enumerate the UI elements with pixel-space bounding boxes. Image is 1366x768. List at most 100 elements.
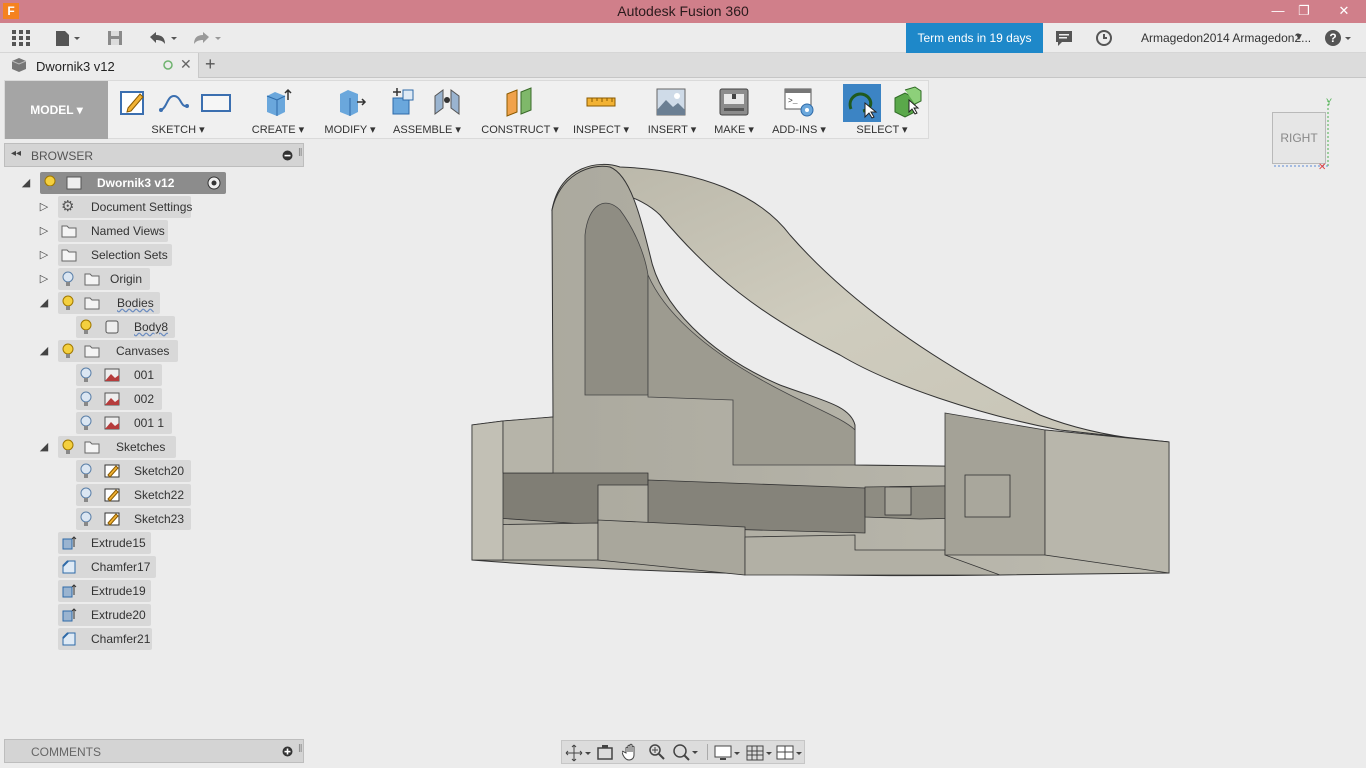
fit-icon[interactable]: [672, 743, 700, 761]
tree-canvases[interactable]: ◢ Canvases: [38, 340, 188, 362]
insert-canvas-icon[interactable]: [655, 86, 687, 118]
user-dropdown-icon[interactable]: ▼: [1293, 29, 1305, 47]
chamfer17-node[interactable]: Chamfer17: [58, 556, 156, 578]
visibility-bulb-off-icon[interactable]: [60, 271, 76, 287]
minimize-button[interactable]: —: [1264, 2, 1292, 20]
tree-document-settings[interactable]: ▷ ⚙ Document Settings: [38, 196, 198, 218]
zoom-icon[interactable]: [648, 743, 666, 761]
tree-sketches[interactable]: ◢ Sketches: [38, 436, 188, 458]
extrude20-node[interactable]: Extrude20: [58, 604, 151, 626]
look-at-icon[interactable]: [596, 744, 614, 762]
sketch23-node[interactable]: Sketch23: [76, 508, 191, 530]
tree-selection-sets[interactable]: ▷ Selection Sets: [38, 244, 178, 266]
restore-button[interactable]: ❐: [1290, 2, 1318, 20]
feature-extrude15[interactable]: Extrude15: [58, 532, 158, 554]
tree-canvas-001-1[interactable]: 001 1: [76, 412, 176, 434]
canvas-001-1-node[interactable]: 001 1: [76, 412, 172, 434]
tree-origin[interactable]: ▷ Origin: [38, 268, 158, 290]
tree-sketch22[interactable]: Sketch22: [76, 484, 196, 506]
canvas-002-node[interactable]: 002: [76, 388, 162, 410]
visibility-bulb-off-icon[interactable]: [78, 511, 94, 527]
selection-sets-node[interactable]: Selection Sets: [58, 244, 172, 266]
user-account-menu[interactable]: Armagedon2014 Armagedon2...: [1141, 31, 1311, 45]
3d-print-icon[interactable]: [718, 86, 750, 118]
close-button[interactable]: ✕: [1326, 2, 1362, 20]
add-ins-menu[interactable]: ADD-INS ▾: [767, 123, 831, 136]
scripts-addins-icon[interactable]: >_: [783, 86, 815, 118]
create-menu[interactable]: CREATE ▾: [243, 123, 313, 136]
display-settings-icon[interactable]: [714, 744, 742, 762]
sketches-node[interactable]: Sketches: [58, 436, 176, 458]
select-menu[interactable]: SELECT ▾: [835, 123, 929, 136]
file-menu-icon[interactable]: [54, 29, 82, 47]
feature-chamfer17[interactable]: Chamfer17: [58, 556, 158, 578]
tree-canvas-001[interactable]: 001: [76, 364, 176, 386]
browser-minimize-icon[interactable]: [282, 150, 293, 161]
document-settings-node[interactable]: ⚙ Document Settings: [58, 196, 192, 218]
visibility-bulb-off-icon[interactable]: [78, 487, 94, 503]
panel-grip-icon[interactable]: ‖: [298, 743, 303, 755]
3d-viewport-model[interactable]: [460, 155, 1180, 585]
extrude15-node[interactable]: Extrude15: [58, 532, 151, 554]
selection-filter-icon[interactable]: [891, 86, 923, 118]
activate-component-icon[interactable]: [207, 176, 221, 190]
collapse-arrow-icon[interactable]: ◢: [38, 441, 50, 453]
notifications-icon[interactable]: [1054, 29, 1074, 47]
expand-arrow-icon[interactable]: ▷: [38, 249, 50, 261]
tree-root[interactable]: ◢ Dwornik3 v12: [20, 172, 226, 194]
root-component[interactable]: Dwornik3 v12: [40, 172, 226, 194]
feature-extrude20[interactable]: Extrude20: [58, 604, 158, 626]
comments-panel-header[interactable]: COMMENTS ‖: [4, 739, 304, 763]
app-grid-icon[interactable]: [10, 29, 32, 47]
extrude19-node[interactable]: Extrude19: [58, 580, 151, 602]
visibility-bulb-icon[interactable]: [42, 175, 58, 191]
close-tab-icon[interactable]: ✕: [180, 56, 192, 73]
joint-icon[interactable]: [431, 86, 463, 118]
feature-chamfer21[interactable]: Chamfer21: [58, 628, 158, 650]
feature-extrude19[interactable]: Extrude19: [58, 580, 158, 602]
sketch20-node[interactable]: Sketch20: [76, 460, 191, 482]
help-icon[interactable]: ?: [1324, 29, 1354, 47]
construct-menu[interactable]: CONSTRUCT ▾: [477, 123, 563, 136]
tree-canvas-002[interactable]: 002: [76, 388, 176, 410]
visibility-bulb-off-icon[interactable]: [78, 391, 94, 407]
canvases-node[interactable]: Canvases: [58, 340, 178, 362]
create-sketch-icon[interactable]: [118, 86, 150, 118]
collapse-arrow-icon[interactable]: ◢: [20, 177, 32, 189]
visibility-bulb-off-icon[interactable]: [78, 367, 94, 383]
named-views-node[interactable]: Named Views: [58, 220, 168, 242]
expand-arrow-icon[interactable]: ▷: [38, 201, 50, 213]
new-tab-button[interactable]: +: [205, 54, 216, 75]
tree-sketch23[interactable]: Sketch23: [76, 508, 196, 530]
sketch22-node[interactable]: Sketch22: [76, 484, 191, 506]
grid-settings-icon[interactable]: [746, 744, 774, 762]
assemble-menu[interactable]: ASSEMBLE ▾: [387, 123, 467, 136]
job-status-clock-icon[interactable]: [1094, 29, 1114, 47]
orbit-icon[interactable]: [565, 744, 591, 762]
modify-menu[interactable]: MODIFY ▾: [315, 123, 385, 136]
pan-icon[interactable]: [622, 743, 640, 761]
collapse-arrow-icon[interactable]: ◢: [38, 345, 50, 357]
measure-icon[interactable]: [585, 86, 617, 118]
offset-plane-icon[interactable]: [503, 86, 535, 118]
add-comment-icon[interactable]: [282, 746, 293, 757]
collapse-arrow-icon[interactable]: ◢: [38, 297, 50, 309]
workspace-switcher[interactable]: MODEL ▾: [5, 81, 108, 139]
save-icon[interactable]: [106, 29, 124, 47]
press-pull-icon[interactable]: [335, 86, 367, 118]
body8-node[interactable]: Body8: [76, 316, 175, 338]
expand-arrow-icon[interactable]: ▷: [38, 273, 50, 285]
sketch-menu[interactable]: SKETCH ▾: [113, 123, 243, 136]
insert-menu[interactable]: INSERT ▾: [641, 123, 703, 136]
collapse-browser-icon[interactable]: ◂◂: [11, 148, 21, 159]
rectangle-icon[interactable]: [200, 86, 232, 118]
visibility-bulb-off-icon[interactable]: [78, 415, 94, 431]
visibility-bulb-icon[interactable]: [60, 343, 76, 359]
tree-named-views[interactable]: ▷ Named Views: [38, 220, 178, 242]
extrude-icon[interactable]: [261, 86, 293, 118]
panel-grip-icon[interactable]: ‖: [298, 147, 303, 159]
bodies-node[interactable]: Bodies: [58, 292, 160, 314]
undo-icon[interactable]: [146, 29, 180, 47]
term-notice-button[interactable]: Term ends in 19 days: [906, 23, 1043, 53]
tree-bodies[interactable]: ◢ Bodies: [38, 292, 168, 314]
